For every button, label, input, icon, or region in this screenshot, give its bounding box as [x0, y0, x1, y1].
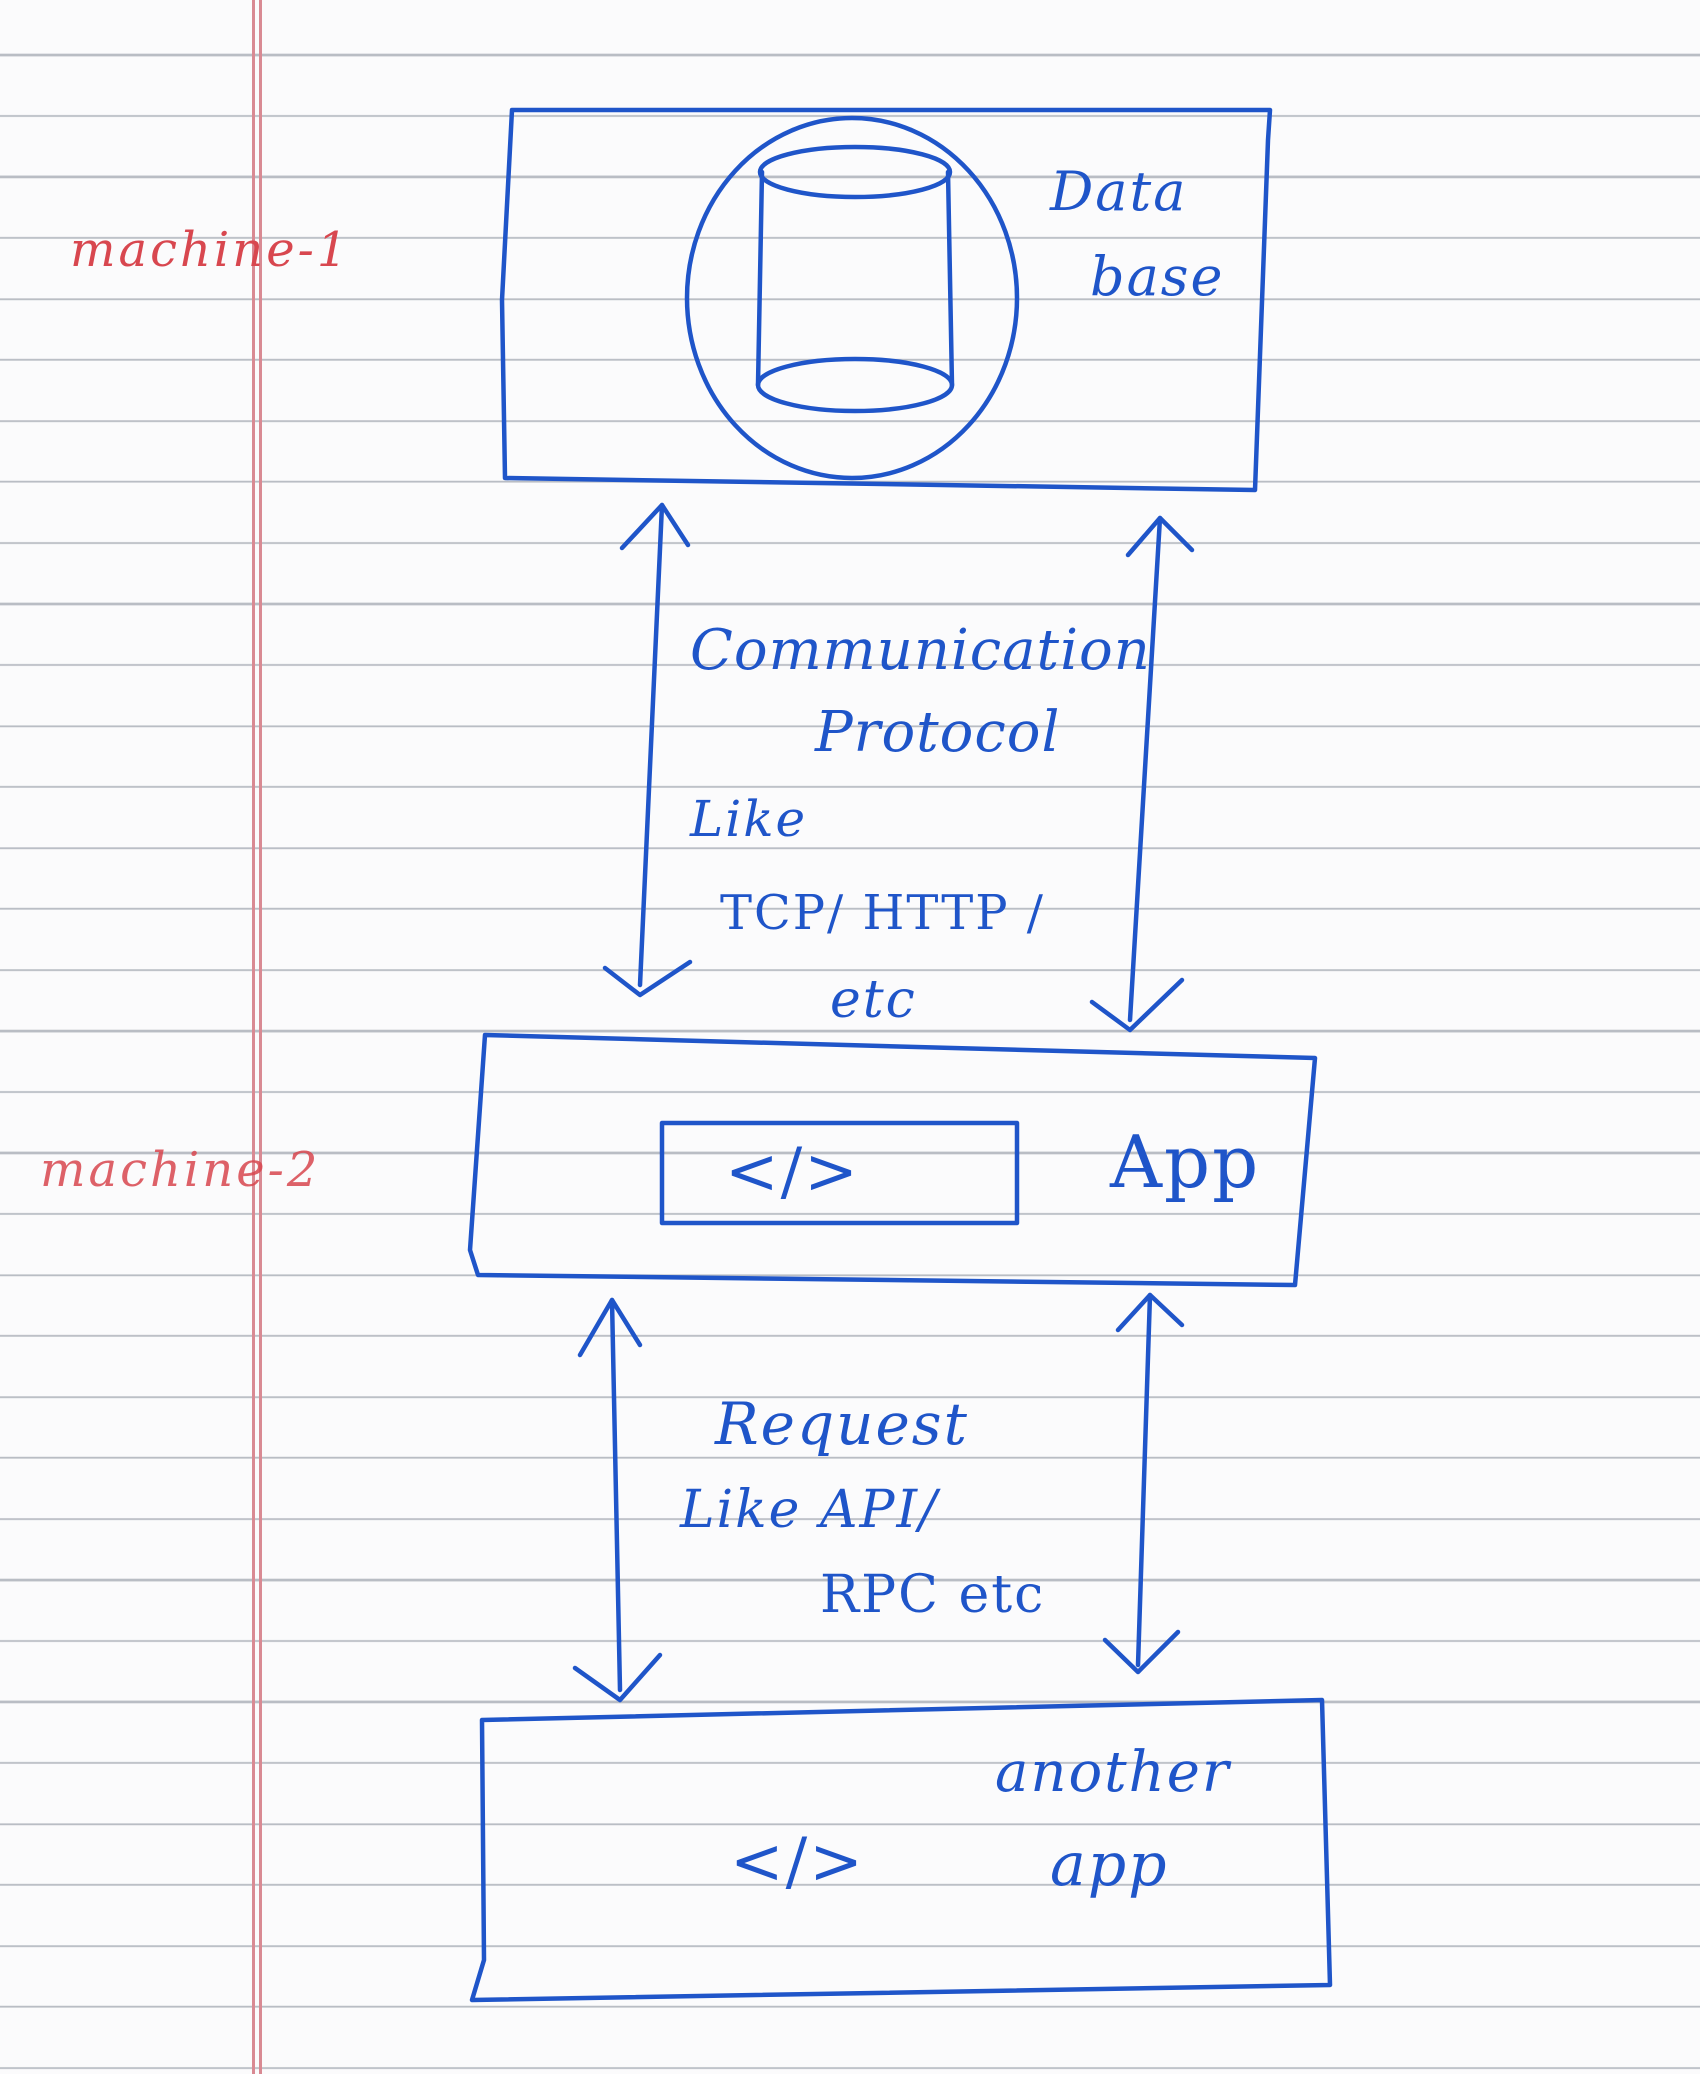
protocol-line2: Protocol: [815, 700, 1061, 765]
request-line2: Like API/: [680, 1480, 939, 1540]
database-label-line1: Data: [1050, 160, 1188, 223]
bottom-left-double-arrow: [572, 1297, 663, 1703]
top-left-double-arrow: [602, 502, 693, 998]
another-app-label-line2: app: [1050, 1830, 1169, 1900]
bottom-right-double-arrow: [1102, 1292, 1185, 1675]
top-right-double-arrow: [1089, 515, 1195, 1033]
database-circle: [684, 115, 1020, 481]
app-code-icon: </>: [725, 1135, 860, 1209]
request-line1: Request: [715, 1390, 969, 1458]
database-cylinder-icon: [755, 144, 955, 414]
diagram-drawing: [467, 107, 1333, 2003]
protocol-line1: Communication: [690, 618, 1151, 683]
protocol-line3: Like: [690, 790, 808, 848]
protocol-line5: etc: [830, 970, 917, 1030]
machine-1-label: machine-1: [70, 222, 351, 278]
another-app-code-icon: </>: [730, 1825, 865, 1899]
notebook-page: machine-1 machine-2 Data base Communicat…: [0, 0, 1700, 2074]
app-label: App: [1110, 1120, 1261, 1204]
request-line3: RPC etc: [820, 1565, 1046, 1625]
another-app-label-line1: another: [995, 1740, 1231, 1805]
database-label-line2: base: [1090, 245, 1225, 308]
protocol-line4: TCP/ HTTP /: [720, 885, 1045, 941]
machine-2-label: machine-2: [40, 1142, 321, 1198]
